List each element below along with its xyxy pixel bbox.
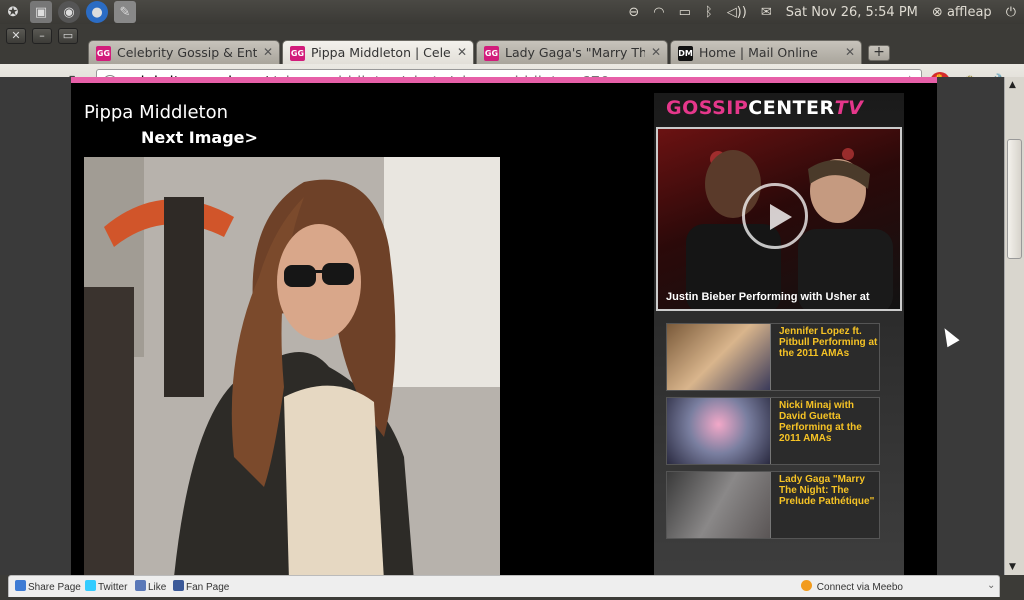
tab-close-icon[interactable]: ✕ — [457, 45, 467, 59]
user-status-icon: ⊗ — [931, 4, 943, 20]
mouse-cursor-icon — [938, 324, 960, 348]
fan-page-button[interactable]: Fan Page — [173, 580, 229, 593]
photo-illustration — [84, 157, 500, 575]
video-thumbnail[interactable] — [667, 472, 771, 538]
page-title: Pippa Middleton — [84, 102, 228, 123]
logo-part-gossip: GOSSIP — [666, 97, 749, 119]
fan-page-label: Fan Page — [186, 582, 230, 593]
steam-icon[interactable]: ◉ — [58, 1, 80, 23]
cube-icon[interactable]: ▣ — [30, 1, 52, 23]
page-content: Pippa Middleton Next Image> GOSSIPCENTER… — [71, 77, 937, 575]
tab-strip: GG Celebrity Gossip & Enter ✕ GG Pippa M… — [88, 40, 890, 64]
share-page-button[interactable]: Share Page — [15, 580, 81, 593]
logo-part-tv: TV — [834, 97, 864, 119]
new-tab-button[interactable]: + — [868, 45, 890, 61]
logo-part-center: CENTER — [748, 97, 835, 119]
share-icon — [15, 580, 26, 591]
tab-title: Celebrity Gossip & Enter — [117, 45, 257, 60]
wifi-icon[interactable]: ◠ — [653, 5, 664, 20]
share-page-label: Share Page — [28, 582, 81, 593]
mail-icon[interactable]: ✉ — [761, 5, 772, 20]
bluetooth-icon[interactable]: ᛒ — [705, 5, 713, 20]
text-editor-icon[interactable]: ✎ — [114, 1, 136, 23]
battery-icon[interactable]: ▭ — [679, 5, 691, 20]
video-caption[interactable]: Nicki Minaj with David Guetta Performing… — [779, 400, 879, 444]
video-item[interactable]: Nicki Minaj with David Guetta Performing… — [666, 397, 880, 465]
celebrity-photo[interactable] — [84, 157, 500, 575]
minimize-window-button[interactable]: – — [32, 28, 52, 44]
chevron-down-icon[interactable]: ⌄ — [987, 580, 995, 591]
meebo-label: Connect via Meebo — [816, 582, 903, 593]
user-menu[interactable]: ⊗ affleap — [932, 5, 992, 20]
scrollbar-thumb[interactable] — [1007, 139, 1022, 259]
featured-video-caption[interactable]: Justin Bieber Performing with Usher at — [666, 291, 870, 303]
twitter-icon — [85, 580, 96, 591]
tab-lady-gaga[interactable]: GG Lady Gaga's "Marry The ✕ — [476, 40, 668, 64]
video-item[interactable]: Lady Gaga "Marry The Night: The Prelude … — [666, 471, 880, 539]
tab-pippa-middleton[interactable]: GG Pippa Middleton | Celebr ✕ — [282, 40, 474, 64]
volume-icon[interactable]: ◁)) — [727, 5, 747, 20]
gg-favicon-icon: GG — [484, 46, 499, 61]
tab-title: Pippa Middleton | Celebr — [311, 45, 451, 60]
tab-mail-online[interactable]: DM Home | Mail Online ✕ — [670, 40, 862, 64]
twitter-button[interactable]: Twitter — [85, 580, 127, 593]
video-caption[interactable]: Lady Gaga "Marry The Night: The Prelude … — [779, 474, 879, 507]
minus-circle-icon[interactable]: ⊖ — [628, 5, 639, 20]
tab-close-icon[interactable]: ✕ — [651, 45, 661, 59]
tab-close-icon[interactable]: ✕ — [263, 45, 273, 59]
video-caption[interactable]: Jennifer Lopez ft. Pitbull Performing at… — [779, 326, 879, 359]
share-bar: Share Page Twitter Like Fan Page Connect… — [8, 575, 1000, 597]
gg-favicon-icon: GG — [290, 46, 305, 61]
gossip-center-tv-logo[interactable]: GOSSIPCENTERTV — [666, 97, 863, 119]
tab-close-icon[interactable]: ✕ — [845, 45, 855, 59]
thumbs-up-icon — [135, 580, 146, 591]
next-image-link[interactable]: Next Image> — [141, 128, 258, 147]
video-thumbnail[interactable] — [667, 398, 771, 464]
chromium-icon[interactable]: ● — [86, 1, 108, 23]
maximize-window-button[interactable]: ▭ — [58, 28, 78, 44]
video-thumbnail[interactable] — [667, 324, 771, 390]
scroll-down-arrow-icon[interactable]: ▼ — [1009, 562, 1016, 572]
facebook-icon — [173, 580, 184, 591]
ubuntu-logo-icon[interactable]: ✪ — [2, 1, 24, 23]
featured-video[interactable]: Justin Bieber Performing with Usher at — [656, 127, 902, 311]
clock[interactable]: Sat Nov 26, 5:54 PM — [786, 5, 918, 20]
gossip-center-tv-sidebar: GOSSIPCENTERTV Justin Bieber Performing … — [654, 93, 904, 575]
web-viewport: Pippa Middleton Next Image> GOSSIPCENTER… — [0, 77, 1004, 575]
gg-favicon-icon: GG — [96, 46, 111, 61]
close-window-button[interactable]: ✕ — [6, 28, 26, 44]
tab-celebrity-gossip[interactable]: GG Celebrity Gossip & Enter ✕ — [88, 40, 280, 64]
play-icon[interactable] — [742, 183, 808, 249]
tab-title: Home | Mail Online — [699, 45, 818, 60]
dm-favicon-icon: DM — [678, 46, 693, 61]
like-button[interactable]: Like — [135, 580, 166, 593]
twitter-label: Twitter — [98, 582, 128, 593]
video-list: Jennifer Lopez ft. Pitbull Performing at… — [666, 323, 880, 545]
shutdown-icon[interactable]: ⏻ — [1006, 5, 1016, 20]
video-item[interactable]: Jennifer Lopez ft. Pitbull Performing at… — [666, 323, 880, 391]
meebo-icon — [801, 580, 812, 591]
scroll-up-arrow-icon[interactable]: ▲ — [1009, 80, 1016, 90]
top-panel: ✪ ▣ ◉ ● ✎ ⊖ ◠ ▭ ᛒ ◁)) ✉ Sat Nov 26, 5:54… — [0, 0, 1024, 24]
username: affleap — [946, 4, 992, 20]
vertical-scrollbar[interactable]: ▲ ▼ — [1004, 77, 1024, 575]
tab-title: Lady Gaga's "Marry The — [505, 45, 645, 60]
meebo-connect-button[interactable]: Connect via Meebo — [801, 580, 903, 593]
like-label: Like — [148, 582, 167, 593]
